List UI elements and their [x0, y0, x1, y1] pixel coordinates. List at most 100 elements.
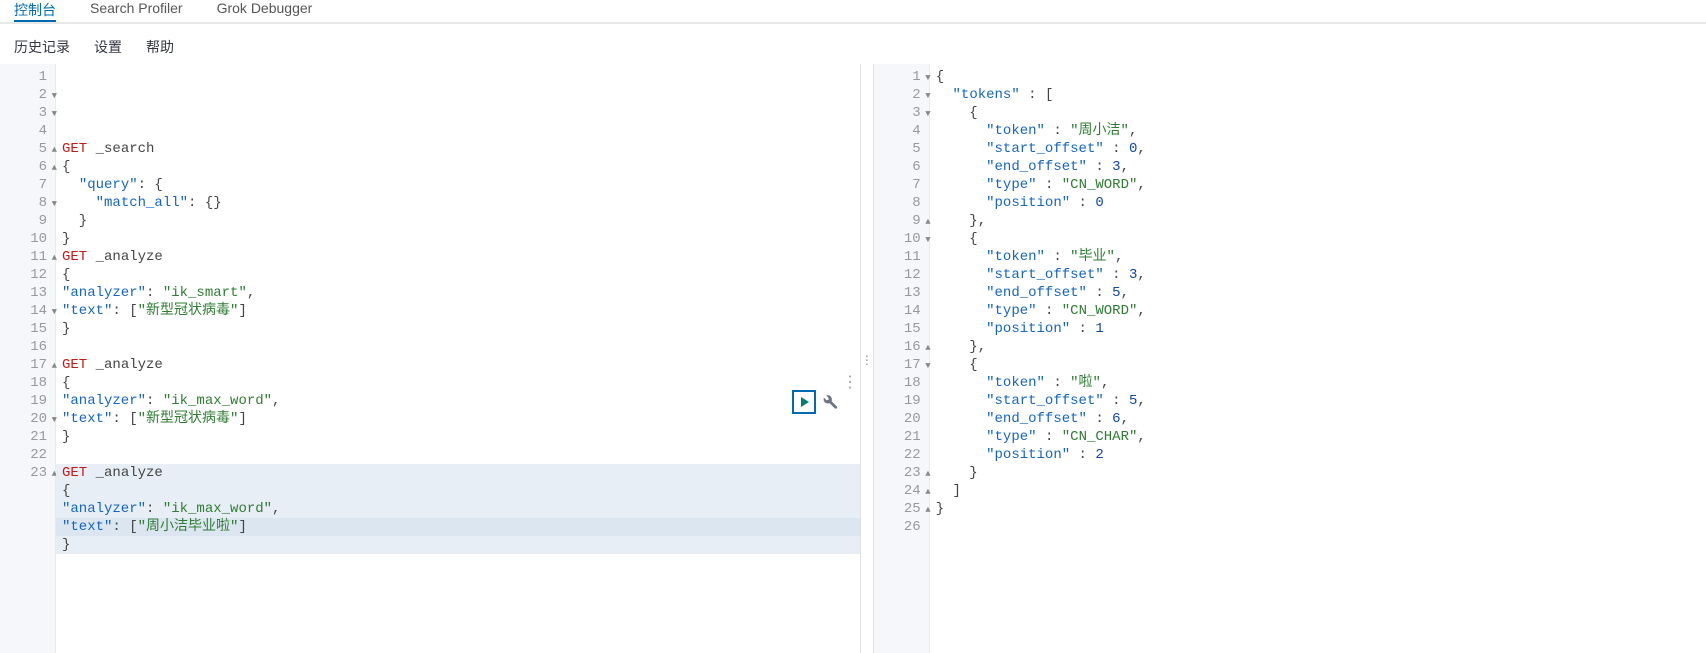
token-method: GET	[62, 465, 87, 481]
token-punct: :	[1104, 393, 1129, 409]
grip-icon: ···	[865, 353, 870, 365]
code-line: "start_offset" : 3,	[930, 266, 1706, 284]
token-punct	[62, 195, 96, 211]
code-line: },	[930, 212, 1706, 230]
token-punct: ,	[1137, 393, 1145, 409]
code-line[interactable]: "query": {	[56, 176, 860, 194]
token-str: "周小洁"	[1070, 123, 1129, 139]
line-number: 4	[0, 122, 55, 140]
token-key: "start_offset"	[986, 267, 1104, 283]
code-line: "end_offset" : 3,	[930, 158, 1706, 176]
token-key: "position"	[986, 447, 1070, 463]
line-number: 1▼	[874, 68, 929, 86]
code-line[interactable]: }	[56, 428, 860, 446]
token-punct	[936, 429, 986, 445]
code-line[interactable]: {	[56, 158, 860, 176]
code-line[interactable]: }	[56, 230, 860, 248]
code-line[interactable]: {	[56, 482, 860, 500]
code-line[interactable]	[56, 338, 860, 356]
token-punct: :	[1087, 411, 1112, 427]
token-punct: :	[1087, 285, 1112, 301]
token-punct: ,	[272, 501, 280, 517]
tab-console[interactable]: 控制台	[14, 0, 56, 22]
menu-history[interactable]: 历史记录	[14, 37, 70, 57]
token-key: "type"	[986, 177, 1036, 193]
token-str: "CN_WORD"	[1062, 303, 1138, 319]
code-line[interactable]: GET _analyze	[56, 356, 860, 374]
request-editor[interactable]: GET _search{ "query": { "match_all": {} …	[56, 64, 860, 653]
code-line: "token" : "周小洁",	[930, 122, 1706, 140]
top-tabs: 控制台 Search Profiler Grok Debugger	[0, 0, 1706, 24]
code-line[interactable]: "match_all": {}	[56, 194, 860, 212]
menu-settings[interactable]: 设置	[94, 37, 122, 57]
code-line[interactable]: }	[56, 320, 860, 338]
token-key: "analyzer"	[62, 285, 146, 301]
token-key: "position"	[986, 195, 1070, 211]
token-punct: }	[62, 429, 70, 445]
code-line[interactable]: {	[56, 374, 860, 392]
code-line[interactable]: }	[56, 536, 860, 554]
token-num: 1	[1095, 321, 1103, 337]
line-number: 12	[874, 266, 929, 284]
pane-divider[interactable]: ···	[860, 64, 874, 653]
token-punct	[936, 267, 986, 283]
line-number: 10	[0, 230, 55, 248]
token-punct: :	[1037, 177, 1062, 193]
code-line[interactable]: GET _analyze	[56, 464, 860, 482]
token-key: "text"	[62, 303, 112, 319]
code-line[interactable]: "analyzer": "ik_smart",	[56, 284, 860, 302]
line-number: 13	[874, 284, 929, 302]
token-num: 3	[1112, 159, 1120, 175]
code-line[interactable]	[56, 446, 860, 464]
code-line[interactable]: "text": ["周小洁毕业啦"]	[56, 518, 860, 536]
token-punct: {	[62, 267, 70, 283]
token-key: "end_offset"	[986, 411, 1087, 427]
token-punct: : {}	[188, 195, 222, 211]
line-number: 6	[874, 158, 929, 176]
token-method: GET	[62, 141, 87, 157]
code-line: ]	[930, 482, 1706, 500]
line-number: 17▲	[0, 356, 55, 374]
token-key: "start_offset"	[986, 141, 1104, 157]
code-line[interactable]: "analyzer": "ik_max_word",	[56, 392, 860, 410]
token-punct: :	[1037, 429, 1062, 445]
code-line	[930, 518, 1706, 536]
code-line: "token" : "啦",	[930, 374, 1706, 392]
response-viewer[interactable]: { "tokens" : [ { "token" : "周小洁", "start…	[930, 64, 1706, 653]
token-punct: : {	[138, 177, 163, 193]
token-punct: :	[1045, 375, 1070, 391]
tab-grok-debugger[interactable]: Grok Debugger	[217, 0, 313, 16]
token-punct	[936, 159, 986, 175]
token-punct: ,	[1137, 141, 1145, 157]
code-line: "start_offset" : 0,	[930, 140, 1706, 158]
token-key: "analyzer"	[62, 393, 146, 409]
run-button[interactable]	[792, 390, 816, 414]
code-line[interactable]: "text": ["新型冠状病毒"]	[56, 410, 860, 428]
line-number: 8▼	[0, 194, 55, 212]
wrench-button[interactable]	[820, 392, 840, 412]
token-punct: ,	[247, 285, 255, 301]
more-menu-icon[interactable]: ⋮	[842, 380, 858, 386]
token-punct: }	[62, 213, 87, 229]
token-punct: :	[1104, 267, 1129, 283]
menu-help[interactable]: 帮助	[146, 37, 174, 57]
token-punct: {	[936, 357, 978, 373]
code-line: {	[930, 68, 1706, 86]
token-method: GET	[62, 357, 87, 373]
token-punct: :	[146, 501, 163, 517]
code-line[interactable]: {	[56, 266, 860, 284]
token-str: "CN_CHAR"	[1062, 429, 1138, 445]
code-line[interactable]: GET _search	[56, 140, 860, 158]
code-line[interactable]: }	[56, 212, 860, 230]
token-key: "match_all"	[96, 195, 188, 211]
token-punct: :	[1045, 123, 1070, 139]
code-line[interactable]: "text": ["新型冠状病毒"]	[56, 302, 860, 320]
token-punct: ,	[1121, 285, 1129, 301]
code-line: }	[930, 464, 1706, 482]
code-line: "token" : "毕业",	[930, 248, 1706, 266]
line-number: 7	[0, 176, 55, 194]
code-line[interactable]: "analyzer": "ik_max_word",	[56, 500, 860, 518]
tab-search-profiler[interactable]: Search Profiler	[90, 0, 183, 16]
code-line[interactable]: GET _analyze	[56, 248, 860, 266]
line-number: 8	[874, 194, 929, 212]
